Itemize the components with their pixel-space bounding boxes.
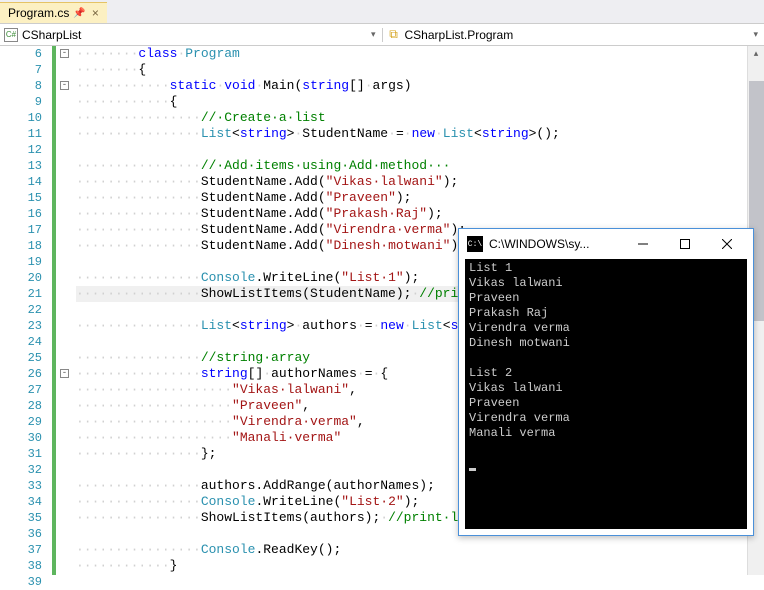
chevron-down-icon[interactable]: ▾ (753, 29, 758, 40)
fold-toggle-icon[interactable]: - (60, 49, 69, 58)
console-cursor (469, 468, 476, 471)
tab-close-icon[interactable]: × (92, 6, 99, 20)
console-window[interactable]: C:\ C:\WINDOWS\sy... List 1 Vikas lalwan… (458, 228, 754, 536)
nav-bar: C# CSharpList ▾ ⧉ CSharpList.Program ▾ (0, 24, 764, 46)
code-line[interactable]: ················List<string>·StudentName… (76, 126, 764, 142)
maximize-button[interactable] (667, 230, 703, 258)
fold-toggle-icon[interactable]: - (60, 81, 69, 90)
nav-namespace-label: CSharpList (22, 28, 81, 42)
code-line[interactable]: ················StudentName.Add("Prakash… (76, 206, 764, 222)
code-line[interactable] (76, 142, 764, 158)
line-number-gutter: 6789101112131415161718192021222324252627… (0, 46, 56, 575)
minimize-button[interactable] (625, 230, 661, 258)
nav-scope-namespace[interactable]: C# CSharpList ▾ (0, 28, 383, 42)
code-line[interactable]: ················//·Create·a·list (76, 110, 764, 126)
chevron-down-icon[interactable]: ▾ (371, 29, 376, 40)
code-line[interactable]: ············static·void·Main(string[]·ar… (76, 78, 764, 94)
nav-scope-class[interactable]: ⧉ CSharpList.Program ▾ (383, 28, 764, 42)
fold-toggle-icon[interactable]: - (60, 369, 69, 378)
tab-bar: Program.cs 📌 × (0, 0, 764, 24)
scroll-up-icon[interactable]: ▴ (748, 46, 764, 63)
close-button[interactable] (709, 230, 745, 258)
file-tab[interactable]: Program.cs 📌 × (0, 2, 107, 23)
cmd-icon: C:\ (467, 236, 483, 252)
console-title-text: C:\WINDOWS\sy... (489, 237, 589, 251)
struct-icon: ⧉ (387, 28, 401, 42)
tab-filename: Program.cs (8, 6, 69, 20)
code-line[interactable]: ················StudentName.Add("Vikas·l… (76, 174, 764, 190)
console-titlebar[interactable]: C:\ C:\WINDOWS\sy... (459, 229, 753, 259)
nav-class-label: CSharpList.Program (405, 28, 514, 42)
code-line[interactable]: ················Console.ReadKey(); (76, 542, 764, 558)
code-line[interactable]: ············} (76, 558, 764, 574)
console-output: List 1 Vikas lalwani Praveen Prakash Raj… (465, 259, 747, 529)
code-line[interactable] (76, 574, 764, 590)
code-line[interactable]: ················StudentName.Add("Praveen… (76, 190, 764, 206)
pin-icon[interactable]: 📌 (73, 8, 85, 19)
code-line[interactable]: ········class·Program (76, 46, 764, 62)
csharp-icon: C# (4, 28, 18, 42)
code-line[interactable]: ················//·Add·items·using·Add·m… (76, 158, 764, 174)
code-line[interactable]: ········{ (76, 62, 764, 78)
code-line[interactable]: ············{ (76, 94, 764, 110)
